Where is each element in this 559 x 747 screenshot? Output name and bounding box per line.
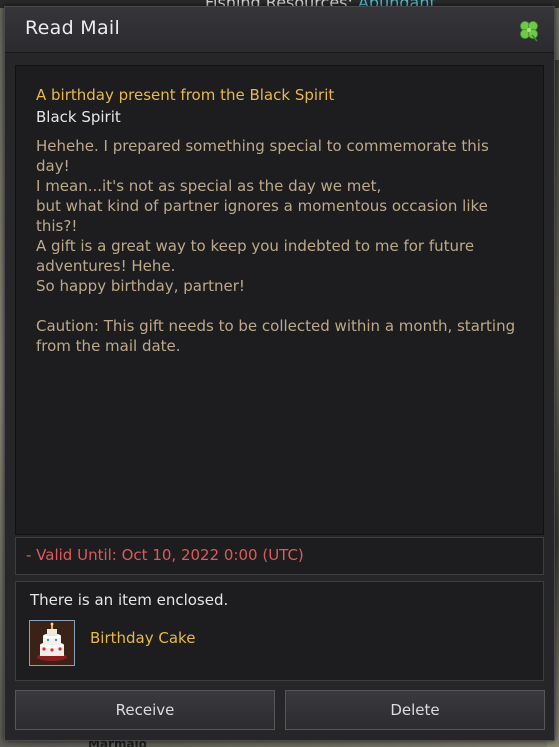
message-line: Hehehe. I prepared something special to … bbox=[36, 137, 489, 175]
mail-message: Hehehe. I prepared something special to … bbox=[36, 136, 523, 356]
delete-button[interactable]: Delete bbox=[285, 690, 545, 730]
message-line: I mean...it's not as special as the day … bbox=[36, 177, 382, 195]
birthday-cake-icon bbox=[30, 621, 74, 665]
valid-until-text: - Valid Until: Oct 10, 2022 0:00 (UTC) bbox=[15, 537, 544, 575]
item-name[interactable]: Birthday Cake bbox=[90, 629, 195, 647]
title-bar[interactable]: Read Mail bbox=[5, 7, 554, 53]
message-line: So happy birthday, partner! bbox=[36, 277, 245, 295]
mail-subject: A birthday present from the Black Spirit bbox=[36, 86, 335, 104]
window-title: Read Mail bbox=[25, 17, 121, 39]
attachment-note: There is an item enclosed. bbox=[30, 591, 229, 609]
attachment-panel: There is an item enclosed. Birthday Cake bbox=[15, 581, 544, 681]
message-line: but what kind of partner ignores a momen… bbox=[36, 197, 488, 235]
receive-button[interactable]: Receive bbox=[15, 690, 275, 730]
message-line: A gift is a great way to keep you indebt… bbox=[36, 237, 475, 275]
read-mail-window: Read Mail A birthday present from the Bl… bbox=[4, 6, 555, 741]
caution-text: Caution: This gift needs to be collected… bbox=[36, 317, 516, 355]
clover-icon[interactable] bbox=[516, 17, 542, 43]
item-slot[interactable] bbox=[29, 620, 75, 666]
mail-body-panel: A birthday present from the Black Spirit… bbox=[15, 65, 544, 535]
mail-sender: Black Spirit bbox=[36, 108, 121, 126]
